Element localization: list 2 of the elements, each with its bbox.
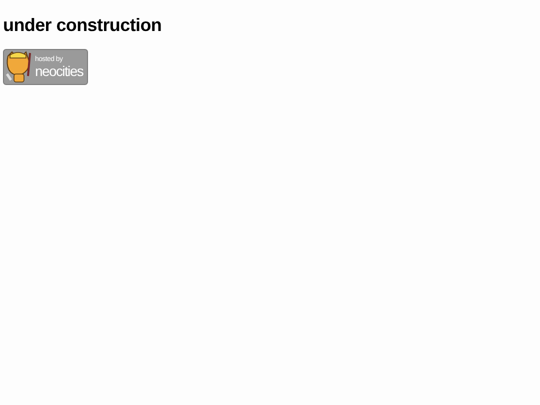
- page-heading: under construction: [3, 14, 163, 36]
- badge-wordmark: neocities: [35, 64, 84, 78]
